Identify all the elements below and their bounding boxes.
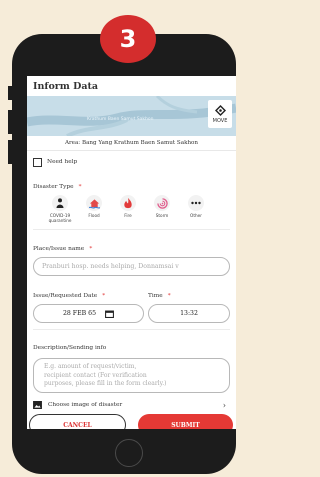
move-button[interactable]: MOVE: [208, 100, 232, 128]
fire-icon: [120, 195, 136, 211]
required-star: *: [167, 293, 171, 300]
submit-button[interactable]: SUBMIT: [138, 414, 233, 429]
choose-image-row[interactable]: Choose image of disaster ›: [27, 399, 236, 411]
type-label: Storm: [155, 213, 169, 218]
flood-house-icon: [86, 195, 102, 211]
person-icon: [52, 195, 68, 211]
place-label: Place/Issue name: [33, 246, 85, 253]
move-label: MOVE: [212, 117, 228, 124]
disaster-type-label: Disaster Type: [33, 184, 74, 190]
need-help-option[interactable]: Need help: [27, 156, 236, 168]
date-label: Issue/Requested Date: [33, 293, 98, 300]
time-label: Time: [148, 293, 163, 300]
type-label: Other: [190, 213, 202, 218]
type-label: Flood: [88, 213, 100, 218]
volume-up-button: [8, 110, 13, 134]
calendar-icon: [105, 310, 114, 318]
need-help-checkbox[interactable]: [33, 157, 42, 167]
date-picker[interactable]: 28 FEB 65: [33, 304, 144, 324]
disaster-type-list: COVID-19 quarantine Flood Fire Storm Oth…: [27, 195, 236, 223]
app-screen: Inform Data Krathum Baen Samut Sakhon MO…: [27, 76, 236, 429]
required-star: *: [78, 184, 82, 190]
cancel-button[interactable]: CANCEL: [29, 414, 126, 429]
description-label: Description/Sending info: [33, 345, 107, 352]
volume-down-button: [8, 140, 13, 164]
storm-icon: [154, 195, 170, 211]
section-divider: [33, 229, 230, 231]
move-icon: [214, 104, 226, 116]
description-placeholder-line: E.g. amount of request/victim,: [44, 363, 137, 371]
disaster-type-heading: Disaster Type *: [27, 173, 236, 192]
date-value: 28 FEB 65: [62, 310, 97, 318]
map-river: [27, 96, 236, 136]
step-badge: 3: [100, 15, 156, 63]
map-place-label: Krathum Baen Samut Sakhon: [87, 117, 154, 122]
area-label: Area: Bang Yang Krathum Baen Samut Sakho…: [27, 136, 236, 151]
description-placeholder-line: purposes, please fill in the form clearl…: [44, 380, 167, 388]
place-heading: Place/Issue name *: [27, 235, 236, 254]
disaster-type-covid[interactable]: COVID-19 quarantine: [43, 195, 77, 223]
disaster-type-fire[interactable]: Fire: [111, 195, 145, 223]
disaster-type-flood[interactable]: Flood: [77, 195, 111, 223]
description-textarea[interactable]: E.g. amount of request/victim, recipient…: [33, 358, 230, 394]
map-view[interactable]: Krathum Baen Samut Sakhon MOVE: [27, 96, 236, 136]
description-placeholder-line: recipient contact (For verification: [44, 371, 147, 379]
disaster-type-other[interactable]: Other: [179, 195, 213, 223]
choose-image-label: Choose image of disaster: [48, 402, 123, 409]
type-label: COVID-19 quarantine: [48, 213, 72, 224]
required-star: *: [102, 293, 106, 300]
time-picker[interactable]: 13:32: [148, 304, 230, 324]
more-icon: [188, 195, 204, 211]
description-heading: Description/Sending info: [27, 334, 236, 353]
image-icon: [33, 401, 42, 410]
place-input[interactable]: Pranburi hosp. needs helping, Donnamsai …: [33, 257, 230, 277]
mute-switch: [8, 86, 13, 100]
required-star: *: [89, 246, 93, 253]
home-button[interactable]: [115, 439, 143, 467]
type-label: Fire: [124, 213, 132, 218]
need-help-label: Need help: [47, 159, 78, 165]
chevron-right-icon: ›: [222, 400, 226, 410]
page-title: Inform Data: [33, 80, 99, 92]
section-divider: [33, 329, 230, 331]
date-time-labels: Issue/Requested Date * Time *: [27, 282, 236, 301]
disaster-type-storm[interactable]: Storm: [145, 195, 179, 223]
